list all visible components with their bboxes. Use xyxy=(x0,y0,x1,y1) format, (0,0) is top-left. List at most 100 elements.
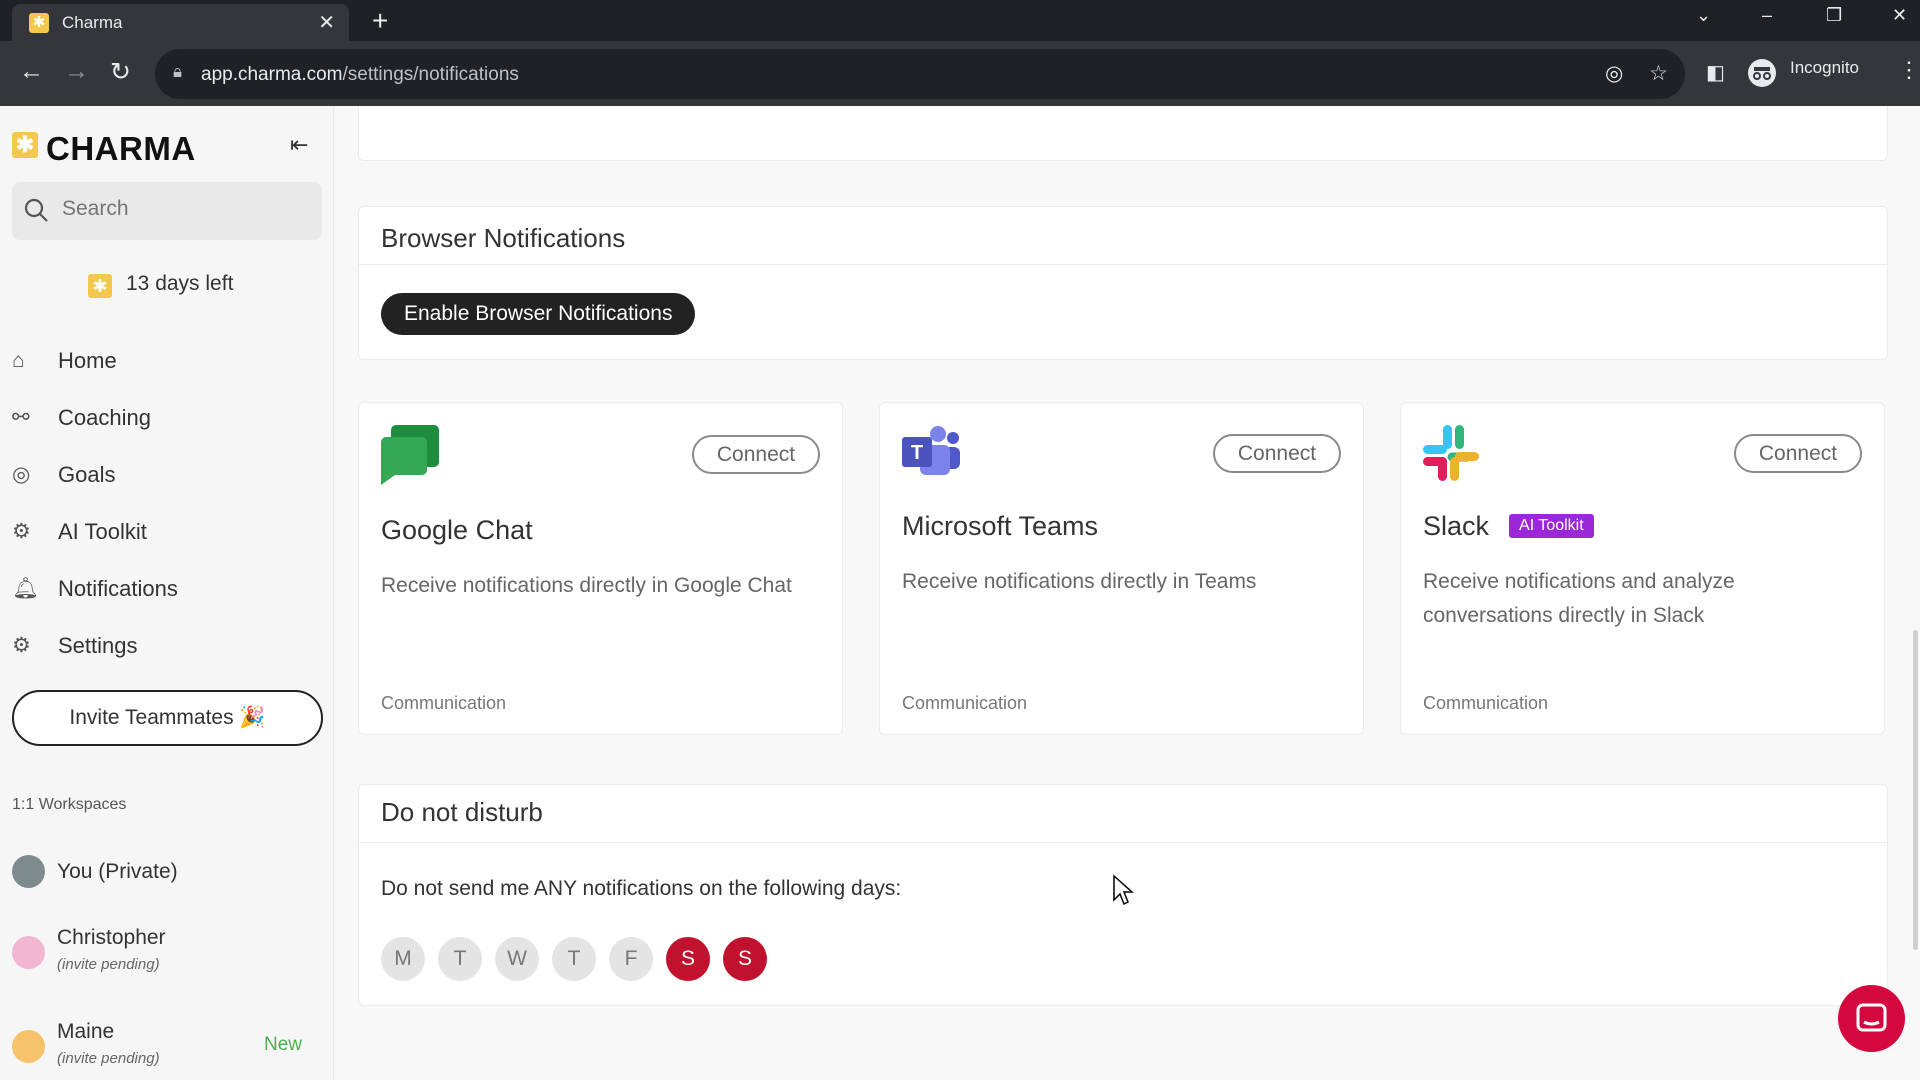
sidebar-item-home[interactable]: ⌂ Home xyxy=(12,332,322,389)
reload-icon[interactable]: ↻ xyxy=(110,57,131,87)
goals-icon: ◎ xyxy=(12,463,31,486)
workspace-name: Christopher xyxy=(57,926,166,949)
day-toggle-sunday[interactable]: S xyxy=(723,937,767,981)
integration-card-microsoft-teams: T Connect Microsoft Teams Receive notifi… xyxy=(879,402,1364,735)
sidebar-item-label: AI Toolkit xyxy=(58,518,147,544)
address-bar[interactable]: 🔒︎ app.charma.com/settings/notifications… xyxy=(155,49,1685,99)
chat-support-button[interactable] xyxy=(1838,985,1905,1052)
new-tab-icon[interactable]: + xyxy=(372,5,388,37)
divider xyxy=(359,842,1887,843)
integration-category: Communication xyxy=(902,693,1028,713)
incognito-icon[interactable] xyxy=(1748,59,1776,87)
sidebar-item-goals[interactable]: ◎ Goals xyxy=(12,446,322,503)
enable-browser-notifications-button[interactable]: Enable Browser Notifications xyxy=(381,293,696,335)
integration-name: Slack xyxy=(1423,511,1490,541)
integration-category: Communication xyxy=(381,693,507,713)
google-chat-icon xyxy=(381,425,439,485)
integration-description: Receive notifications directly in Google… xyxy=(381,574,792,597)
connect-slack-button[interactable]: Connect xyxy=(1734,434,1862,473)
sidebar-nav: ⌂ Home ⚯ Coaching ◎ Goals ⚙︎ AI Toolkit … xyxy=(12,332,322,674)
integration-description: Receive notifications and analyze conver… xyxy=(1423,570,1735,627)
avatar xyxy=(12,855,45,888)
main-content: Browser Notifications Enable Browser Not… xyxy=(335,106,1920,1080)
sidebar-item-label: Notifications xyxy=(58,575,178,601)
robot-icon: ⚙︎ xyxy=(12,520,31,543)
restore-icon[interactable]: ❐ xyxy=(1826,5,1842,26)
gear-icon: ⚙ xyxy=(12,634,31,657)
invite-pending-label: (invite pending) xyxy=(57,1050,160,1067)
integration-description: Receive notifications directly in Teams xyxy=(902,570,1257,593)
sidebar-item-label: Settings xyxy=(58,632,138,658)
section-title: Do not disturb xyxy=(381,797,543,827)
collapse-sidebar-icon[interactable]: ⇤ xyxy=(290,132,308,158)
tab-search-icon[interactable]: ⌄ xyxy=(1696,5,1711,26)
sidebar-item-label: Coaching xyxy=(58,404,151,430)
workspace-item-christopher[interactable]: Christopher (invite pending) xyxy=(12,926,322,976)
connect-microsoft-teams-button[interactable]: Connect xyxy=(1213,434,1341,473)
lock-icon[interactable]: 🔒︎ xyxy=(173,62,182,82)
slack-icon xyxy=(1423,425,1479,481)
invite-pending-label: (invite pending) xyxy=(57,956,160,973)
profile-label[interactable]: Incognito xyxy=(1790,58,1859,78)
browser-tabbar: ✱ Charma ✕ + ⌄ – ❐ ✕ xyxy=(0,0,1920,41)
sidebar-item-settings[interactable]: ⚙ Settings xyxy=(12,617,322,674)
browser-menu-icon[interactable]: ⋮ xyxy=(1898,57,1920,83)
workspace-name: You (Private) xyxy=(57,860,178,883)
day-toggle-monday[interactable]: M xyxy=(381,937,425,981)
divider xyxy=(359,264,1887,265)
day-toggle-wednesday[interactable]: W xyxy=(495,937,539,981)
dnd-description: Do not send me ANY notifications on the … xyxy=(381,877,902,900)
side-panel-icon[interactable]: ◧ xyxy=(1706,60,1725,85)
back-icon[interactable]: ← xyxy=(19,57,44,86)
window-close-icon[interactable]: ✕ xyxy=(1892,5,1907,26)
sidebar-item-label: Home xyxy=(58,347,117,373)
charma-trial-icon: ✱ xyxy=(88,274,112,298)
day-toggle-thursday[interactable]: T xyxy=(552,937,596,981)
workspaces-heading: 1:1 Workspaces xyxy=(12,796,127,813)
browser-tab[interactable]: ✱ Charma ✕ xyxy=(12,4,349,41)
tracking-protection-icon[interactable]: ◎ xyxy=(1605,61,1623,86)
scrollbar[interactable] xyxy=(1913,630,1918,950)
workspace-name: Maine xyxy=(57,1020,115,1043)
url-text: app.charma.com/settings/notifications xyxy=(201,64,519,85)
forward-icon[interactable]: → xyxy=(64,57,89,86)
avatar xyxy=(12,1030,45,1063)
sidebar-item-label: Goals xyxy=(58,461,116,487)
bookmark-star-icon[interactable]: ☆ xyxy=(1649,61,1668,86)
close-tab-icon[interactable]: ✕ xyxy=(318,10,335,35)
new-badge: New xyxy=(264,1034,303,1055)
workspace-item-you[interactable]: You (Private) xyxy=(12,852,322,892)
mouse-cursor-icon xyxy=(1113,874,1134,906)
chat-icon xyxy=(1856,1003,1887,1032)
day-toggle-tuesday[interactable]: T xyxy=(438,937,482,981)
bell-icon: 🔔︎ xyxy=(12,576,39,600)
workspace-item-maine[interactable]: Maine (invite pending) New xyxy=(12,1020,322,1070)
browser-notifications-card: Browser Notifications Enable Browser Not… xyxy=(358,206,1888,360)
integration-category: Communication xyxy=(1423,693,1549,713)
connect-google-chat-button[interactable]: Connect xyxy=(692,435,820,474)
svg-text:T: T xyxy=(911,442,923,464)
integration-name: Microsoft Teams xyxy=(902,511,1099,541)
integration-name: Google Chat xyxy=(381,515,533,545)
previous-section-card xyxy=(358,106,1888,161)
sidebar: ✱ CHARMA ⇤ ✱ 13 days left ⌂ Home ⚯ Coach… xyxy=(0,106,334,1080)
sidebar-item-ai-toolkit[interactable]: ⚙︎ AI Toolkit xyxy=(12,503,322,560)
charma-favicon-icon: ✱ xyxy=(29,13,49,33)
day-selector: M T W T F S S xyxy=(381,937,767,981)
avatar xyxy=(12,936,45,969)
sidebar-item-coaching[interactable]: ⚯ Coaching xyxy=(12,389,322,446)
sidebar-item-notifications[interactable]: 🔔︎ Notifications xyxy=(12,560,322,617)
coaching-icon: ⚯ xyxy=(12,406,30,429)
ai-toolkit-badge: AI Toolkit xyxy=(1509,513,1594,538)
browser-toolbar: ← → ↻ 🔒︎ app.charma.com/settings/notific… xyxy=(0,41,1920,106)
search-box[interactable] xyxy=(12,182,322,240)
charma-logo-icon: ✱ xyxy=(12,132,38,158)
day-toggle-friday[interactable]: F xyxy=(609,937,653,981)
invite-teammates-button[interactable]: Invite Teammates 🎉 xyxy=(12,690,323,746)
search-icon xyxy=(24,198,48,222)
day-toggle-saturday[interactable]: S xyxy=(666,937,710,981)
search-input[interactable] xyxy=(62,197,302,221)
minimize-icon[interactable]: – xyxy=(1762,5,1772,26)
home-icon: ⌂ xyxy=(12,348,25,372)
integration-card-slack: Connect Slack AI Toolkit Receive notifica… xyxy=(1400,402,1885,735)
